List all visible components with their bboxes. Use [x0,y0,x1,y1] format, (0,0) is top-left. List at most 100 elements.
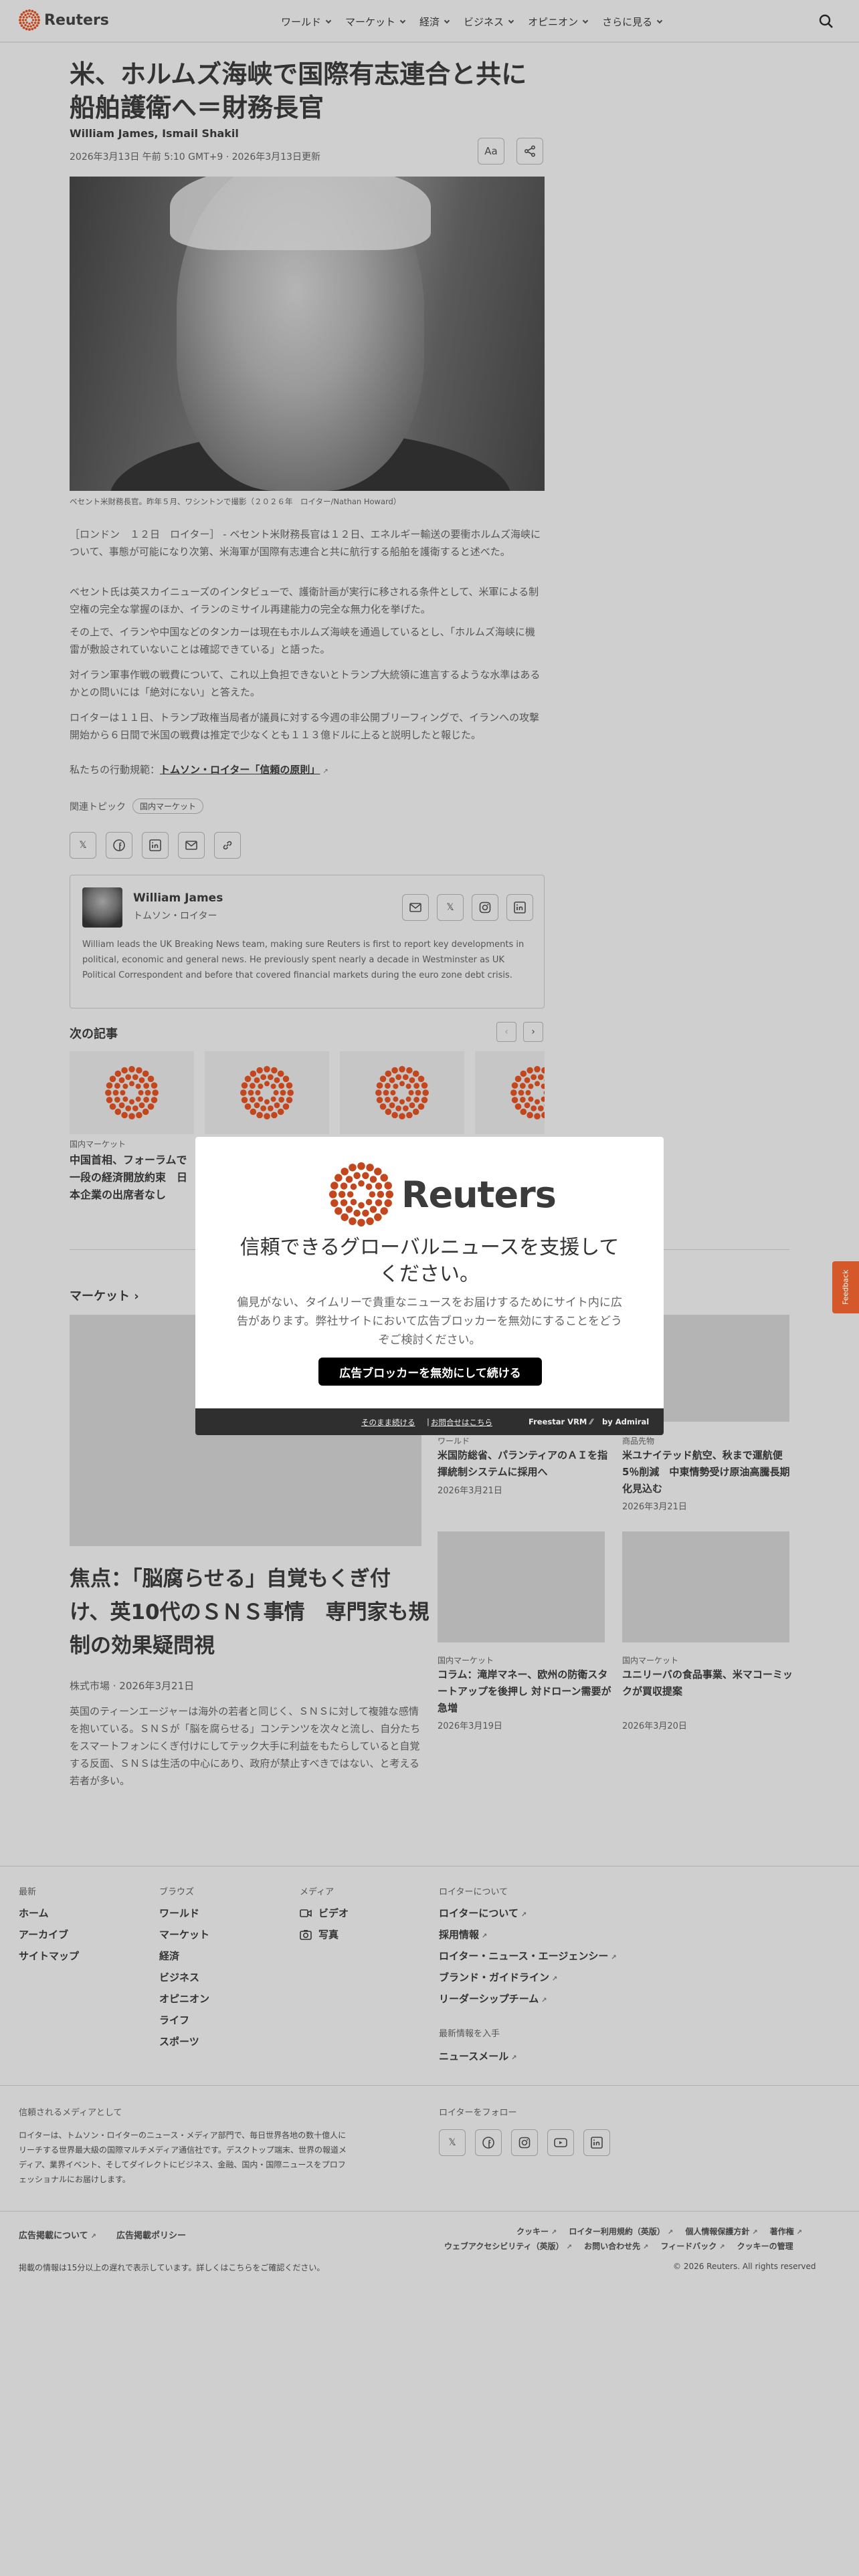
footer-link[interactable]: ニュースメール ↗ [439,2049,517,2063]
share-button[interactable] [516,138,543,165]
nav-item-more[interactable]: さらに見る [602,15,663,29]
share-linkedin-button[interactable] [142,832,169,859]
story-title[interactable]: 米国防総省、パランティアのＡＩを指揮統制システムに採用へ [438,1447,613,1481]
footer-divider [0,2211,859,2212]
footer-link[interactable]: ビジネス [159,1970,199,1984]
author-email-button[interactable] [402,894,429,921]
footer-col-head: メディア [300,1887,335,1897]
follow-youtube-button[interactable] [547,2129,574,2156]
footer-link[interactable]: リーダーシップチーム ↗ [439,1992,547,2006]
chevron-left-icon: ‹ [504,1027,508,1037]
footer-link[interactable]: ロイター・ニュース・エージェンシー ↗ [439,1949,617,1963]
legal-link[interactable]: お問い合わせ先 ↗ [584,2240,648,2252]
follow-instagram-button[interactable] [511,2129,538,2156]
share-facebook-button[interactable] [106,832,132,859]
author-name[interactable]: William James [133,891,223,905]
footer-col-head: 最新情報を入手 [439,2029,500,2039]
footer-link[interactable]: 採用情報 ↗ [439,1927,487,1941]
legal-link[interactable]: ロイター利用規約（英版） ↗ [569,2226,673,2237]
lead-story-title[interactable]: 焦点：「脳腐らせる」自覚もくぎ付け、英10代のＳＮＳ事情 専門家も規制の効果疑問… [70,1562,431,1662]
story-kicker[interactable]: 国内マーケット [622,1654,678,1666]
next-article-thumb[interactable] [475,1051,545,1134]
legal-link[interactable]: ウェブアクセシビリティ（英版） ↗ [444,2240,572,2252]
adblock-modal: Reuters 信頼できるグローバルニュースを支援してください。 偏見がない、タ… [195,1137,664,1435]
next-article-title[interactable]: 中国首相、フォーラムで一段の経済開放約束 日本企業の出席者なし [70,1152,194,1204]
external-link-icon: ↗ [520,1911,527,1919]
footer-link[interactable]: ホーム [19,1906,49,1920]
legal-link[interactable]: 広告掲載について ↗ [19,2228,96,2241]
author-card: William James トムソン・ロイター 𝕏 William leads … [70,875,545,1008]
author-linkedin-button[interactable] [506,894,533,921]
nav-item-markets[interactable]: マーケット [345,15,406,29]
facebook-icon [113,839,125,851]
nav-item-world[interactable]: ワールド [281,15,332,29]
footer-link[interactable]: マーケット [159,1927,209,1941]
author-org: トムソン・ロイター [133,911,217,922]
legal-link[interactable]: 広告掲載ポリシー [116,2228,186,2241]
disable-adblock-button[interactable]: 広告ブロッカーを無効にして続ける [318,1358,542,1386]
story-title[interactable]: 米ユナイテッド航空、秋まで運航便5％削減 中東情勢受け原油高騰長期化見込む [622,1447,793,1497]
youtube-icon [554,2138,567,2147]
feedback-tab[interactable]: Feedback [832,1261,859,1313]
article-authors[interactable]: William James, Ismail Shakil [70,127,239,140]
next-article-thumb[interactable] [205,1051,329,1134]
share-x-button[interactable]: 𝕏 [70,832,96,859]
story-kicker[interactable]: 国内マーケット [438,1654,494,1666]
follow-facebook-button[interactable] [475,2129,502,2156]
contact-link[interactable]: お問合せはこちら [431,1417,492,1428]
footer-link-label: ニュースメール [439,2050,509,2062]
legal-link[interactable]: 個人情報保護方針 ↗ [685,2226,757,2237]
legal-link[interactable]: 著作権 ↗ [770,2226,802,2237]
share-email-button[interactable] [178,832,205,859]
font-size-button[interactable]: Aa [478,138,504,165]
legal-link-label: ロイター利用規約（英版） [569,2227,665,2236]
external-link-icon: ↗ [643,2244,649,2251]
author-instagram-button[interactable] [472,894,498,921]
footer-link[interactable]: サイトマップ [19,1949,79,1963]
author-x-button[interactable]: 𝕏 [437,894,464,921]
carousel-prev-button[interactable]: ‹ [496,1022,516,1042]
legal-link[interactable]: クッキー ↗ [516,2226,557,2237]
search-button[interactable] [818,13,834,32]
footer-link[interactable]: アーカイブ [19,1927,68,1941]
trust-principles-link[interactable]: トムソン・ロイター「信頼の原則」 [160,764,320,776]
footer-link[interactable]: オピニオン [159,1992,209,2006]
article-paragraph: その上で、イランや中国などのタンカーは現在もホルムズ海峡を通過しているとし、「ホ… [70,626,535,655]
footer-link[interactable]: ライフ [159,2013,189,2027]
story-title[interactable]: コラム：滝岸マネー、欧州の防衛スタートアップを後押し 対ドローン需要が急増 [438,1667,613,1717]
next-article-kicker[interactable]: 国内マーケット [70,1138,126,1150]
author-avatar[interactable] [82,887,122,928]
markets-section-link[interactable]: マーケット › [70,1287,139,1304]
nav-item-economy[interactable]: 経済 [419,15,450,29]
legal-link[interactable]: クッキーの管理 [737,2240,793,2252]
footer-video-link[interactable]: ビデオ [300,1906,349,1920]
footer-link[interactable]: ブランド・ガイドライン ↗ [439,1970,557,1984]
follow-x-button[interactable]: 𝕏 [439,2129,466,2156]
nav-item-opinion[interactable]: オピニオン [528,15,589,29]
carousel-next-button[interactable]: › [523,1022,543,1042]
chevron-down-icon [656,17,663,23]
admiral-brand[interactable]: by Admiral [602,1417,649,1426]
story-title[interactable]: ユニリーバの食品事業、米マコーミックが買収提案 [622,1667,793,1700]
footer-link[interactable]: ワールド [159,1906,199,1920]
story-thumb[interactable] [438,1531,605,1642]
next-article-thumb[interactable] [70,1051,194,1134]
next-article-thumb[interactable] [340,1051,464,1134]
story-kicker[interactable]: ワールド [438,1435,470,1446]
footer-link[interactable]: ロイターについて ↗ [439,1906,527,1920]
footer-photo-link[interactable]: 写真 [300,1927,339,1941]
footer-link[interactable]: 経済 [159,1949,179,1963]
copy-link-button[interactable] [214,832,241,859]
main-nav: ワールド マーケット 経済 ビジネス オピニオン さらに見る [281,15,663,29]
follow-linkedin-button[interactable] [583,2129,610,2156]
footer-link[interactable]: スポーツ [159,2034,199,2048]
footer-divider [0,2085,859,2086]
article-paragraph: ロイターは１１日、トランプ政権当局者が議員に対する今週の非公開ブリーフィングで、… [70,712,540,741]
story-thumb[interactable] [622,1531,789,1642]
nav-item-business[interactable]: ビジネス [464,15,514,29]
story-kicker[interactable]: 商品先物 [622,1435,654,1446]
topic-pill[interactable]: 国内マーケット [132,798,204,814]
continue-anyway-link[interactable]: そのまま続ける [361,1417,415,1428]
reuters-logo[interactable]: Reuters [19,9,109,31]
legal-link[interactable]: フィードバック ↗ [660,2240,725,2252]
